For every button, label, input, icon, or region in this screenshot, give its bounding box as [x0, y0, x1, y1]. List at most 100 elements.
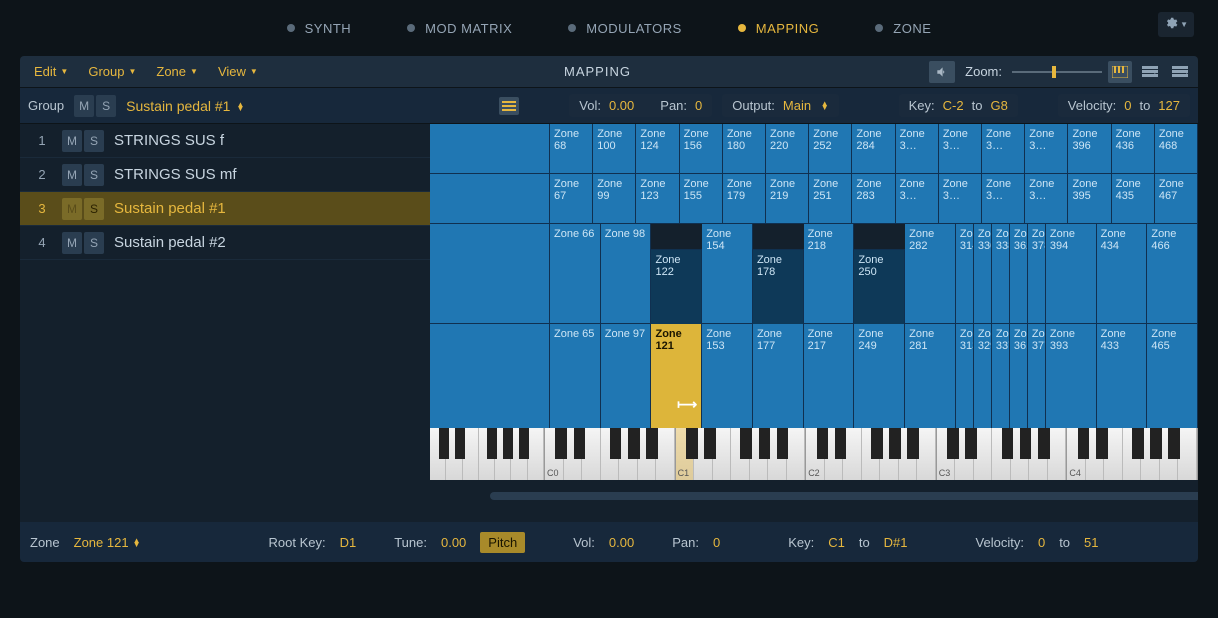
zone-cell[interactable]: Zone 468	[1155, 124, 1198, 173]
keyboard[interactable]: C0C1C2C3C4	[430, 428, 1198, 480]
white-key[interactable]	[787, 428, 806, 480]
zone-name-select[interactable]: Zone 121▲▼	[74, 535, 141, 550]
black-key[interactable]	[1038, 428, 1050, 459]
zone-cell[interactable]: Zone 378	[1028, 224, 1046, 323]
zone-cell[interactable]: Zone 3…	[982, 174, 1025, 223]
black-key[interactable]	[503, 428, 513, 459]
output-value[interactable]: Main ▲▼	[783, 98, 829, 113]
black-key[interactable]	[1168, 428, 1180, 459]
zone-cell[interactable]: Zone 218	[804, 224, 855, 323]
zone-cell[interactable]: Zone 3…	[939, 174, 982, 223]
tab-mod-matrix[interactable]: MOD MATRIX	[379, 13, 540, 44]
group-menu[interactable]: Group▼	[80, 60, 144, 83]
key-lo[interactable]: C-2	[943, 98, 964, 113]
black-key[interactable]	[487, 428, 497, 459]
keyboard-octave[interactable]: C0	[545, 428, 676, 480]
white-key[interactable]	[528, 428, 544, 480]
black-key[interactable]	[889, 428, 901, 459]
tab-synth[interactable]: SYNTH	[259, 13, 380, 44]
mute-button[interactable]: M	[62, 232, 82, 254]
zone-menu[interactable]: Zone▼	[148, 60, 206, 83]
zone-cell[interactable]: Zone 124	[636, 124, 679, 173]
view-group-button[interactable]: G	[1138, 61, 1162, 83]
black-key[interactable]	[759, 428, 771, 459]
black-key[interactable]	[947, 428, 959, 459]
white-key[interactable]	[917, 428, 936, 480]
view-keyboard-button[interactable]	[1108, 61, 1132, 83]
zone-cell[interactable]: Zone 219	[766, 174, 809, 223]
black-key[interactable]	[574, 428, 586, 459]
black-key[interactable]	[1020, 428, 1032, 459]
zone-key-lo[interactable]: C1	[828, 535, 845, 550]
zone-cell[interactable]: Zone 179	[723, 174, 766, 223]
scrollbar-thumb[interactable]	[490, 492, 1198, 500]
zone-cell[interactable]: Zone 3…	[982, 124, 1025, 173]
key-hi[interactable]: G8	[990, 98, 1007, 113]
zone-cell[interactable]: Zone 251	[809, 174, 852, 223]
edit-menu[interactable]: Edit▼	[26, 60, 76, 83]
zone-cell[interactable]: Zone 282	[905, 224, 956, 323]
black-key[interactable]	[965, 428, 977, 459]
black-key[interactable]	[1096, 428, 1108, 459]
zone-cell[interactable]: Zone 122	[651, 249, 702, 324]
tab-modulators[interactable]: MODULATORS	[540, 13, 710, 44]
black-key[interactable]	[519, 428, 529, 459]
audition-button[interactable]	[929, 61, 955, 83]
white-key[interactable]	[1178, 428, 1197, 480]
list-menu-button[interactable]	[499, 97, 519, 115]
zone-cell[interactable]: Zone 220	[766, 124, 809, 173]
white-key[interactable]	[1048, 428, 1067, 480]
mute-button[interactable]: M	[62, 164, 82, 186]
zone-vol-value[interactable]: 0.00	[609, 535, 634, 550]
zone-map[interactable]: Zone 68Zone 100Zone 124Zone 156Zone 180Z…	[430, 124, 1198, 522]
zone-cell[interactable]: Zone 99	[593, 174, 636, 223]
keyboard-octave[interactable]: C3	[937, 428, 1068, 480]
zone-cell[interactable]: Zone 3…	[1025, 174, 1068, 223]
zone-cell[interactable]: Zone 154	[702, 224, 753, 323]
zone-key-hi[interactable]: D#1	[884, 535, 908, 550]
zone-cell[interactable]: Zone 362	[1010, 224, 1028, 323]
mute-button[interactable]: M	[62, 198, 82, 220]
group-list-row[interactable]: 1 M S STRINGS SUS f	[20, 124, 430, 158]
group-list-row[interactable]: 3 M S Sustain pedal #1	[20, 192, 430, 226]
zone-cell[interactable]: Zone 436	[1112, 124, 1155, 173]
black-key[interactable]	[455, 428, 465, 459]
zone-cell[interactable]: Zone 338	[992, 224, 1010, 323]
keyboard-octave[interactable]	[430, 428, 545, 480]
black-key[interactable]	[1002, 428, 1014, 459]
tab-zone[interactable]: ZONE	[847, 13, 959, 44]
zone-cell[interactable]: Zone 100	[593, 124, 636, 173]
zoom-slider[interactable]	[1012, 63, 1102, 81]
zone-cell[interactable]: Zone 123	[636, 174, 679, 223]
black-key[interactable]	[555, 428, 567, 459]
tab-mapping[interactable]: MAPPING	[710, 13, 847, 44]
zone-vel-lo[interactable]: 0	[1038, 535, 1045, 550]
zone-cell[interactable]: Zone 283	[852, 174, 895, 223]
zone-cell[interactable]: Zone 66	[550, 224, 601, 323]
zone-cell[interactable]: Zone 98	[601, 224, 652, 323]
slider-thumb[interactable]	[1052, 66, 1056, 78]
black-key[interactable]	[835, 428, 847, 459]
black-key[interactable]	[1132, 428, 1144, 459]
tune-value[interactable]: 0.00	[441, 535, 466, 550]
zone-cell[interactable]: Zone 156	[680, 124, 723, 173]
black-key[interactable]	[817, 428, 829, 459]
black-key[interactable]	[1078, 428, 1090, 459]
black-key[interactable]	[704, 428, 716, 459]
black-key[interactable]	[439, 428, 449, 459]
black-key[interactable]	[646, 428, 658, 459]
zone-cell[interactable]: Zone 394	[1046, 224, 1097, 323]
pan-value[interactable]: 0	[695, 98, 702, 113]
zone-cell[interactable]: Zone 314	[956, 224, 974, 323]
zone-cell[interactable]: Zone 330	[974, 224, 992, 323]
view-menu[interactable]: View▼	[210, 60, 266, 83]
black-key[interactable]	[628, 428, 640, 459]
black-key[interactable]	[871, 428, 883, 459]
mute-button[interactable]: M	[74, 95, 94, 117]
solo-button[interactable]: S	[84, 130, 104, 152]
zone-cell[interactable]: Zone 396	[1068, 124, 1111, 173]
zone-cell[interactable]: Zone 155	[680, 174, 723, 223]
zone-cell[interactable]: Zone 67	[550, 174, 593, 223]
keyboard-octave[interactable]: C2	[806, 428, 937, 480]
vol-value[interactable]: 0.00	[609, 98, 634, 113]
